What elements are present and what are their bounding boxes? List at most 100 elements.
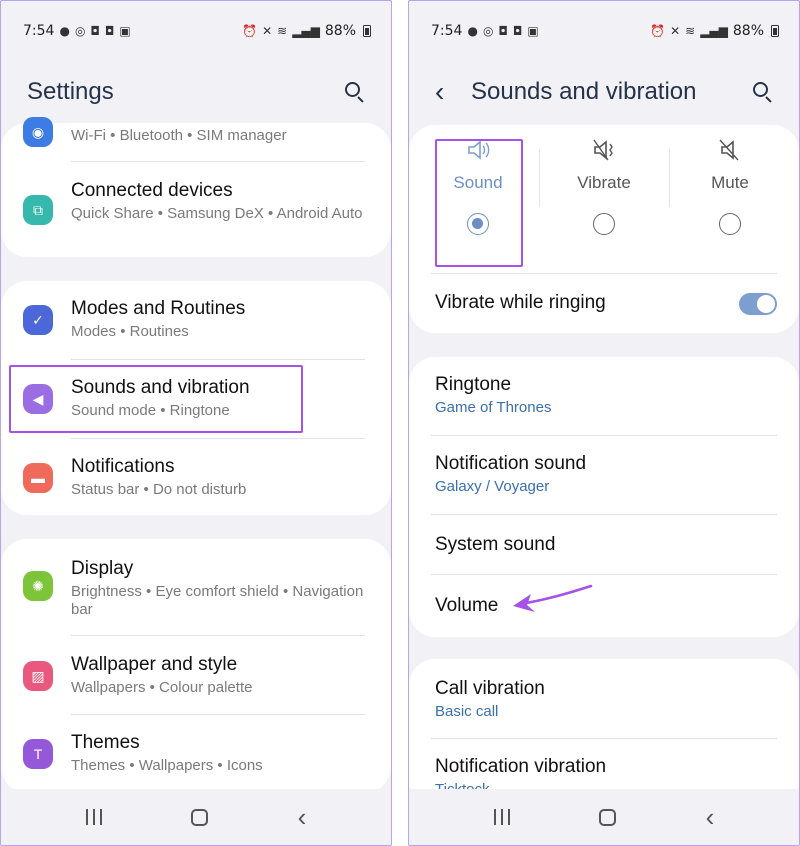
whatsapp-icon: ◎ [74,24,86,38]
vibrate-mode-option[interactable]: Vibrate [541,125,667,261]
notification-sound-value: Galaxy / Voyager [435,478,550,495]
divider [71,635,365,636]
settings-group-display: ✺ Display Brightness • Eye comfort shiel… [1,539,391,793]
settings-item-subtitle: Modes • Routines [71,323,189,340]
divider [71,714,365,715]
divider [431,738,777,739]
ringtone-value: Game of Thrones [435,399,552,416]
settings-item-subtitle: Brightness • Eye comfort shield • Naviga… [71,583,364,618]
page-title: Settings [27,78,114,105]
themes-icon: T [23,739,53,769]
highlight-box [435,139,523,267]
system-sound-row[interactable]: System sound [409,533,799,557]
settings-item-title: Modes and Routines [71,298,246,319]
settings-item-themes[interactable]: T Themes Themes • Wallpapers • Icons [1,731,391,775]
settings-item-display[interactable]: ✺ Display Brightness • Eye comfort shiel… [1,557,391,619]
mute-mode-label: Mute [711,173,749,192]
search-icon[interactable] [751,80,775,104]
settings-item-wallpaper-style[interactable]: ▨ Wallpaper and style Wallpapers • Colou… [1,653,391,697]
divider [71,161,365,162]
search-icon[interactable] [343,80,367,104]
settings-screen: 7:54 ● ◎ ◘ ◘ ▣ ⏰ ✕ ≋ ▂▄▆ 88% Settings ◉ … [0,0,392,846]
app-header: Settings [1,67,391,117]
back-icon[interactable]: ‹ [706,802,715,833]
settings-item-title: Wallpaper and style [71,654,238,675]
volume-title: Volume [435,595,499,616]
alarm-icon: ⏰ [650,24,666,38]
chat-icon: ● [467,24,478,38]
chat-icon: ● [59,24,70,38]
call-vibration-row[interactable]: Call vibration Basic call [409,677,799,721]
home-icon[interactable] [599,808,617,826]
wifi-status-icon: ≋ [685,24,696,38]
vibration-settings-card: Call vibration Basic call Notification v… [409,659,799,809]
signal-icon: ▂▄▆ [700,24,728,38]
status-bar: 7:54 ● ◎ ◘ ◘ ▣ ⏰ ✕ ≋ ▂▄▆ 88% [409,1,799,47]
divider [431,514,777,515]
volume-row[interactable]: Volume [409,594,799,618]
mute-radio[interactable] [719,213,741,235]
notification-sound-row[interactable]: Notification sound Galaxy / Voyager [409,452,799,496]
wallpaper-icon: ▨ [23,661,53,691]
instagram-icon: ◘ [498,24,508,38]
mute-icon [667,137,793,165]
mute-status-icon: ✕ [262,24,273,38]
gallery-icon: ▣ [119,24,131,38]
arrow-annotation-icon [513,584,593,612]
status-time: 7:54 [431,23,463,39]
settings-group-connections: ◉ Wi-Fi • Bluetooth • SIM manager ⧉ Conn… [1,117,391,257]
signal-icon: ▂▄▆ [292,24,320,38]
call-vibration-title: Call vibration [435,678,545,699]
divider [431,273,777,274]
wifi-status-icon: ≋ [277,24,288,38]
vibrate-while-ringing-row[interactable]: Vibrate while ringing [409,291,799,315]
navigation-bar: ‹ [409,789,799,845]
navigation-bar: ‹ [1,789,391,845]
vibrate-mode-label: Vibrate [577,173,631,192]
instagram-icon: ◘ [512,24,523,38]
whatsapp-icon: ◎ [482,24,494,38]
settings-item-title: Notifications [71,456,175,477]
divider [71,438,365,439]
vibrate-radio[interactable] [593,213,615,235]
settings-item-connections[interactable]: ◉ Wi-Fi • Bluetooth • SIM manager [1,117,391,147]
back-arrow-icon[interactable]: ‹ [435,76,471,108]
status-bar: 7:54 ● ◎ ◘ ◘ ▣ ⏰ ✕ ≋ ▂▄▆ 88% [1,1,391,47]
recents-icon[interactable] [85,809,102,825]
recents-icon[interactable] [493,809,510,825]
battery-percent: 88% [324,23,356,39]
wifi-icon: ◉ [23,117,53,147]
mute-mode-option[interactable]: Mute [667,125,793,261]
notification-vibration-title: Notification vibration [435,756,607,777]
battery-icon [363,25,371,37]
status-time: 7:54 [23,23,55,39]
alarm-icon: ⏰ [242,24,258,38]
battery-percent: 88% [732,23,764,39]
page-title: Sounds and vibration [471,78,697,105]
settings-item-modes-routines[interactable]: ✓ Modes and Routines Modes • Routines [1,297,391,341]
notification-sound-title: Notification sound [435,453,587,474]
sound-settings-card: Ringtone Game of Thrones Notification so… [409,357,799,637]
settings-item-title: Display [71,558,134,579]
settings-item-subtitle: Wi-Fi • Bluetooth • SIM manager [71,127,287,144]
ringtone-row[interactable]: Ringtone Game of Thrones [409,373,799,417]
settings-item-notifications[interactable]: ▬ Notifications Status bar • Do not dist… [1,455,391,499]
home-icon[interactable] [191,808,209,826]
settings-item-subtitle: Wallpapers • Colour palette [71,679,253,696]
app-header: ‹ Sounds and vibration [409,67,799,117]
divider [71,359,365,360]
battery-icon [771,25,779,37]
system-sound-title: System sound [435,534,556,555]
settings-item-subtitle: Themes • Wallpapers • Icons [71,757,263,774]
settings-item-connected-devices[interactable]: ⧉ Connected devices Quick Share • Samsun… [1,179,391,225]
instagram-icon: ◘ [104,24,115,38]
highlight-box [9,365,303,433]
vibrate-while-ringing-toggle[interactable] [739,293,777,315]
sounds-vibration-screen: 7:54 ● ◎ ◘ ◘ ▣ ⏰ ✕ ≋ ▂▄▆ 88% ‹ Sounds an… [408,0,800,846]
ringtone-title: Ringtone [435,374,512,395]
vibrate-icon [541,137,667,165]
connected-devices-icon: ⧉ [23,195,53,225]
back-icon[interactable]: ‹ [298,802,307,833]
display-icon: ✺ [23,571,53,601]
notifications-icon: ▬ [23,463,53,493]
